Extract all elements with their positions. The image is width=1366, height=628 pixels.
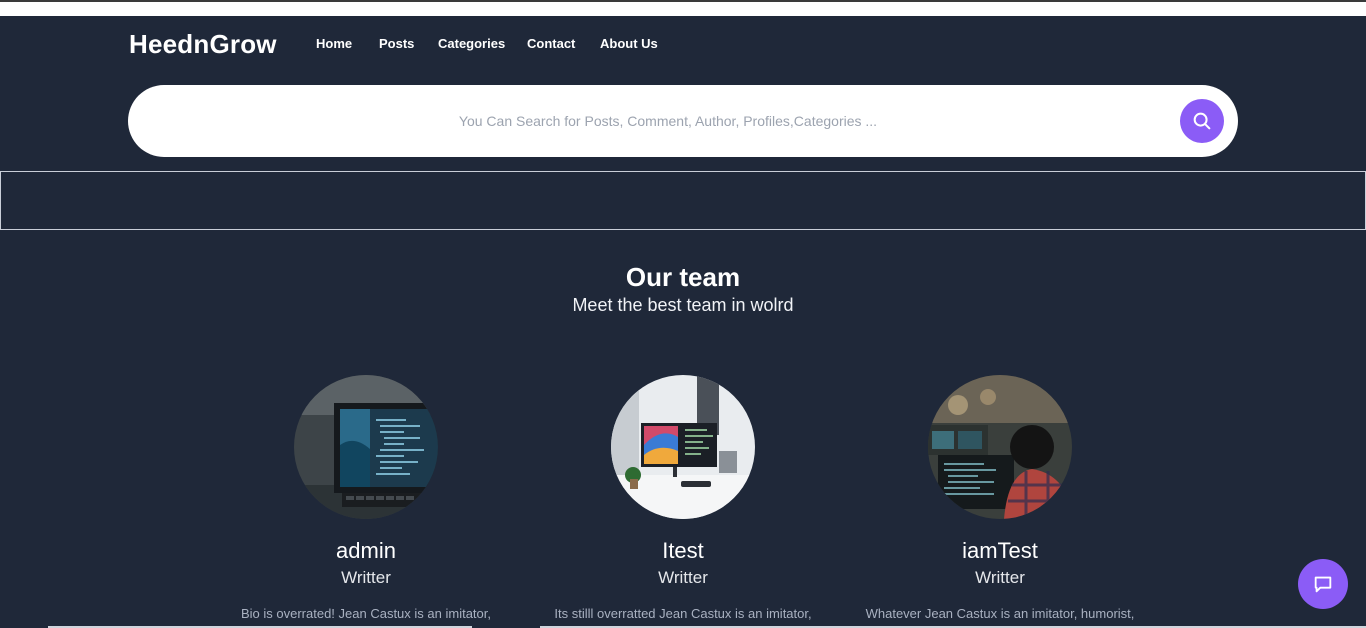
nav-posts[interactable]: Posts — [379, 36, 414, 51]
member-avatar — [928, 375, 1072, 519]
member-bio: Bio is overrated! Jean Castux is an imit… — [240, 606, 491, 621]
team-member-card: iamTest Writter Whatever Jean Castux is … — [840, 375, 1160, 621]
nav-home[interactable]: Home — [316, 36, 352, 51]
member-role: Writter — [975, 568, 1025, 587]
nav-about-us[interactable]: About Us — [600, 36, 658, 51]
search-bar — [128, 85, 1238, 157]
empty-banner-box — [0, 171, 1366, 230]
desk-monitors-photo — [611, 375, 755, 519]
coder-at-screen-photo — [928, 375, 1072, 519]
member-avatar — [611, 375, 755, 519]
nav-contact[interactable]: Contact — [527, 36, 575, 51]
member-name: iamTest — [962, 538, 1038, 563]
member-bio: Its stilll overratted Jean Castux is an … — [554, 606, 812, 621]
team-subtitle: Meet the best team in wolrd — [572, 295, 794, 315]
team-member-card: Itest Writter Its stilll overratted Jean… — [523, 375, 843, 621]
search-button[interactable] — [1180, 99, 1224, 143]
member-bio: Whatever Jean Castux is an imitator, hum… — [865, 606, 1135, 621]
search-icon — [1193, 112, 1211, 130]
chat-button[interactable] — [1298, 559, 1348, 609]
search-input[interactable] — [168, 101, 1168, 141]
member-role: Writter — [341, 568, 391, 587]
brand-logo[interactable]: HeednGrow — [129, 29, 277, 60]
nav-categories[interactable]: Categories — [438, 36, 505, 51]
top-strip — [0, 0, 1366, 16]
laptop-code-photo — [294, 375, 438, 519]
member-avatar — [294, 375, 438, 519]
team-member-card: admin Writter Bio is overrated! Jean Cas… — [206, 375, 526, 621]
team-title: Our team — [625, 262, 741, 292]
chat-icon — [1314, 576, 1332, 593]
member-name: Itest — [662, 538, 704, 563]
member-role: Writter — [658, 568, 708, 587]
navbar: HeednGrow Home Posts Categories Contact … — [0, 16, 1366, 74]
member-name: admin — [336, 538, 396, 563]
